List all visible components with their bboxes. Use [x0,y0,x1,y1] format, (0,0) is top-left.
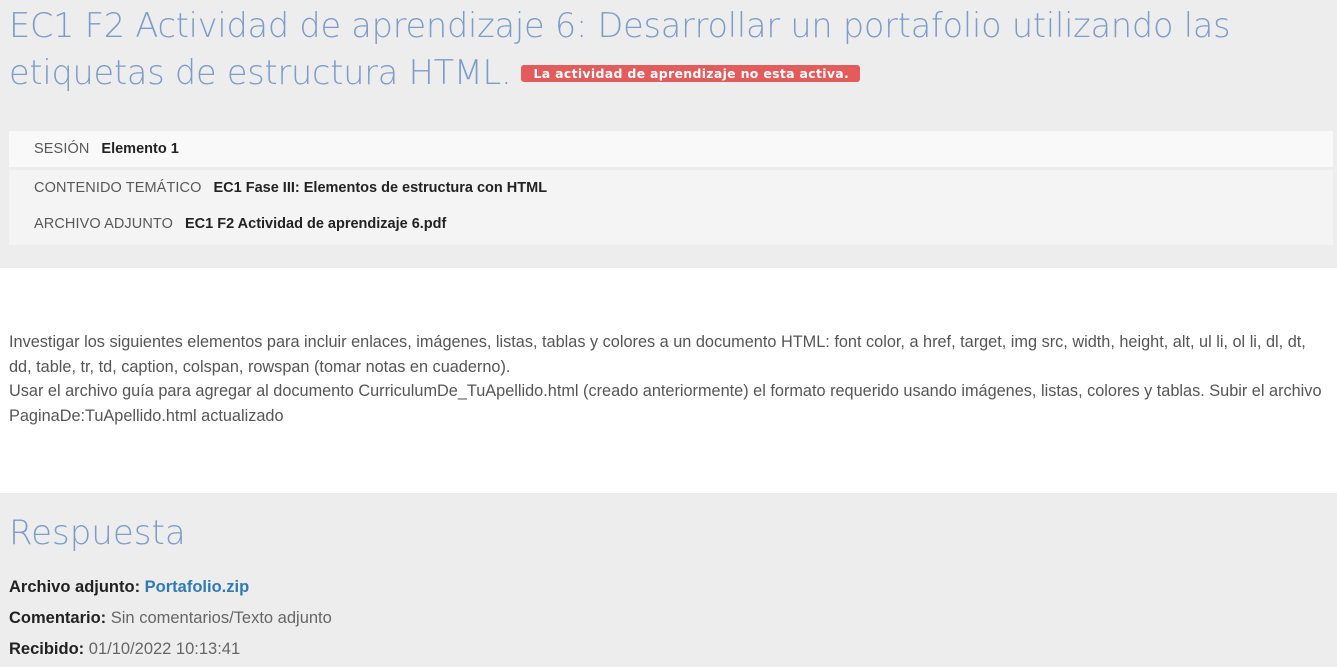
info-row-attachment: ARCHIVO ADJUNTO EC1 F2 Actividad de apre… [9,206,1333,242]
response-comment-label: Comentario: [9,609,111,627]
topic-value: EC1 Fase III: Elementos de estructura co… [213,180,548,196]
session-value: Elemento 1 [101,141,179,157]
response-received-label: Recibido: [9,640,89,658]
response-section: Respuesta Archivo adjunto: Portafolio.zi… [0,493,1337,667]
status-badge: La actividad de aprendizaje no esta acti… [521,65,861,82]
activity-description-section: Investigar los siguientes elementos para… [0,268,1337,493]
topic-label: CONTENIDO TEMÁTICO [34,180,202,196]
activity-header-section: EC1 F2 Actividad de aprendizaje 6: Desar… [0,0,1337,268]
response-comment-row: Comentario: Sin comentarios/Texto adjunt… [9,607,332,629]
info-block: CONTENIDO TEMÁTICO EC1 Fase III: Element… [9,170,1333,245]
description-paragraph-2: Usar el archivo guía para agregar al doc… [9,382,1322,425]
info-row-topic: CONTENIDO TEMÁTICO EC1 Fase III: Element… [9,170,1333,206]
description-paragraph-1: Investigar los siguientes elementos para… [9,333,1306,376]
attachment-value[interactable]: EC1 F2 Actividad de aprendizaje 6.pdf [185,216,446,232]
session-label: SESIÓN [34,141,90,157]
response-title: Respuesta [9,513,186,553]
response-file-label: Archivo adjunto: [9,578,145,596]
response-comment-value: Sin comentarios/Texto adjunto [110,609,332,627]
response-received-row: Recibido: 01/10/2022 10:13:41 [9,638,240,660]
info-row-session: SESIÓN Elemento 1 [9,131,1333,167]
activity-description: Investigar los siguientes elementos para… [9,330,1331,428]
response-file-link[interactable]: Portafolio.zip [145,578,250,596]
attachment-label: ARCHIVO ADJUNTO [34,216,174,232]
response-file-row: Archivo adjunto: Portafolio.zip [9,576,249,598]
response-received-value: 01/10/2022 10:13:41 [88,640,241,658]
page-title: EC1 F2 Actividad de aprendizaje 6: Desar… [9,2,1309,96]
activity-info-table: SESIÓN Elemento 1 CONTENIDO TEMÁTICO EC1… [9,131,1333,245]
